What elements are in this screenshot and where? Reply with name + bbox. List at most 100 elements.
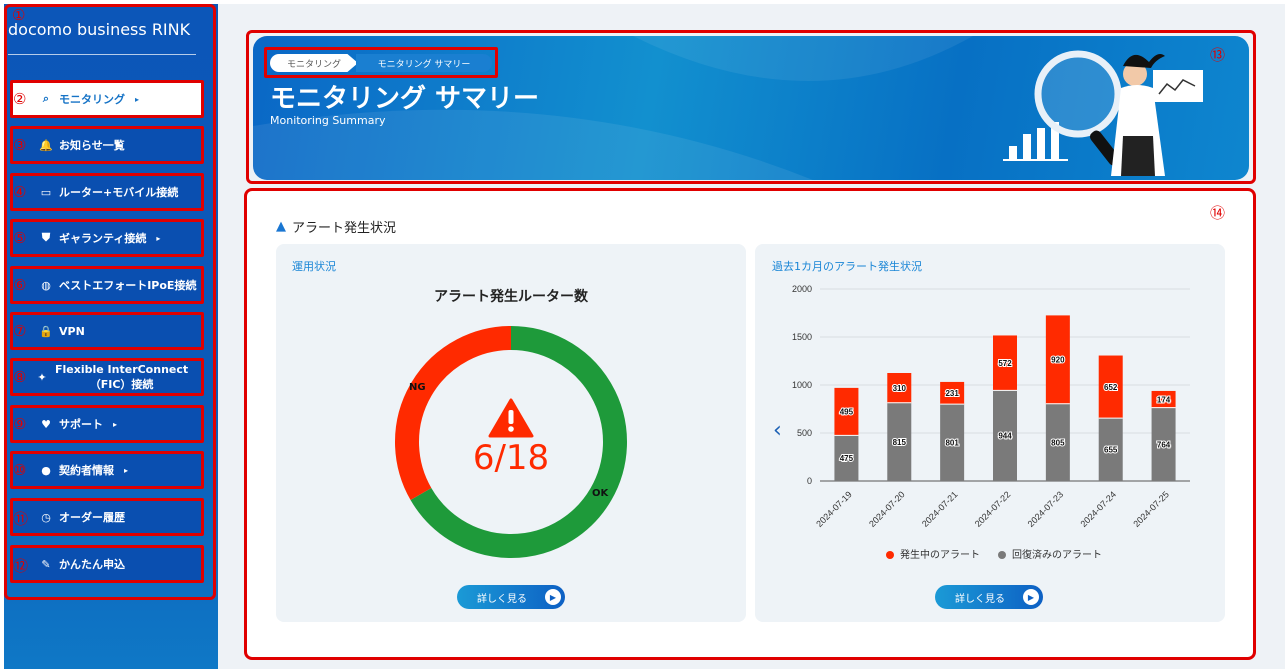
sidebar-item-label: 契約者情報	[59, 464, 114, 477]
sidebar-item-10[interactable]: ◷ オーダー履歴	[10, 498, 204, 536]
sidebar-item-label: かんたん申込	[59, 558, 125, 571]
data-label-recovered: 944	[998, 432, 1012, 441]
sidebar-item-label: オーダー履歴	[59, 511, 125, 524]
y-tick-label: 1000	[792, 380, 812, 390]
annotation-number: ⑭	[1210, 204, 1226, 222]
x-tick-label: 2024-07-25	[1131, 489, 1171, 529]
data-label-recovered: 805	[1051, 438, 1065, 447]
x-tick-label: 2024-07-20	[867, 489, 907, 529]
x-tick-label: 2024-07-22	[973, 489, 1013, 529]
logo[interactable]: docomo business RINK	[8, 20, 190, 39]
sidebar-item-6[interactable]: 🔒 VPN	[10, 312, 204, 350]
sidebar-item-label: ルーター+モバイル接続	[59, 186, 179, 199]
data-label-active: 231	[945, 389, 959, 398]
sidebar-item-label: モニタリング	[59, 93, 125, 106]
sidebar-item-label: VPN	[59, 324, 85, 338]
chevron-right-icon: ▸	[124, 465, 129, 475]
satellite-icon: ✦	[37, 370, 47, 384]
section-title: ▲ アラート発生状況	[276, 217, 396, 236]
y-tick-label: 1500	[792, 332, 812, 342]
annotation-number: ⑪	[13, 510, 29, 528]
annotation-number: ⑦	[13, 322, 27, 340]
chevron-right-icon: ▸	[156, 233, 161, 243]
x-tick-label: 2024-07-24	[1078, 489, 1118, 529]
annotation-number: ②	[13, 90, 27, 108]
sidebar-item-7[interactable]: ✦ Flexible InterConnect （FIC）接続	[10, 358, 204, 396]
data-label-recovered: 655	[1104, 446, 1118, 455]
globe-icon: ◍	[41, 278, 51, 292]
clock-icon: ◷	[41, 510, 51, 524]
x-tick-label: 2024-07-21	[920, 489, 960, 529]
annotation-number: ③	[13, 136, 27, 154]
sidebar-item-9[interactable]: ● 契約者情報 ▸	[10, 451, 204, 489]
annotation-number: ⑤	[13, 229, 27, 247]
legend-label: 回復済みのアラート	[1012, 550, 1102, 561]
legend-item-recovered: 回復済みのアラート	[998, 546, 1102, 561]
warning-icon	[471, 398, 551, 442]
shield-icon: ⛊	[41, 231, 51, 244]
legend-dot-red	[886, 551, 894, 559]
legend-dot-gray	[998, 551, 1006, 559]
data-label-active: 310	[893, 384, 907, 393]
edit-icon: ✎	[41, 557, 51, 571]
sidebar-item-label: ギャランティ接続	[59, 232, 147, 245]
lock-icon: 🔒	[39, 324, 53, 338]
y-tick-label: 2000	[792, 284, 812, 294]
status-card-label: 運用状況	[292, 260, 336, 273]
sidebar-item-label: サポート	[59, 418, 103, 431]
data-label-recovered: 801	[945, 439, 959, 448]
detail-button-history[interactable]: 詳しく見る ▶	[935, 585, 1043, 609]
button-label: 詳しく見る	[955, 593, 1005, 605]
history-card-label: 過去1カ月のアラート発生状況	[772, 260, 922, 273]
data-label-active: 652	[1104, 383, 1118, 392]
annotation-number: ⑫	[13, 557, 29, 575]
sidebar-item-label: お知らせ一覧	[59, 139, 125, 152]
data-label-active: 572	[998, 359, 1012, 368]
donut-title: アラート発生ルーター数	[434, 289, 588, 305]
section-title-text: アラート発生状況	[292, 221, 397, 236]
chevron-right-icon: ▸	[135, 94, 140, 104]
y-tick-label: 0	[807, 476, 812, 486]
sidebar-item-3[interactable]: ▭ ルーター+モバイル接続	[10, 173, 204, 211]
x-tick-label: 2024-07-19	[814, 489, 854, 529]
ok-label: OK	[592, 488, 609, 499]
data-label-recovered: 815	[893, 438, 907, 447]
page-title: モニタリング サマリー	[270, 84, 540, 114]
sidebar-item-5[interactable]: ◍ ベストエフォートIPoE接続	[10, 266, 204, 304]
cone-icon: ▲	[276, 219, 286, 234]
annotation-number: ⑩	[13, 461, 27, 479]
divider	[8, 54, 196, 55]
play-icon: ▶	[1023, 589, 1039, 605]
legend-item-active: 発生中のアラート	[886, 546, 980, 561]
alert-bar-chart: 0 500 1000 1500 2000 475 495 2024-07-19 815 310 20…	[792, 284, 1190, 529]
ng-label: NG	[409, 382, 426, 393]
breadcrumb-highlight	[264, 47, 498, 78]
app-root: ① docomo business RINK ⌕ モニタリング ▸ ② 🔔 お知らせ一覧 ③…	[0, 0, 1285, 669]
sidebar-item-2[interactable]: 🔔 お知らせ一覧	[10, 126, 204, 164]
monitor-search-icon: ⌕	[42, 92, 50, 105]
label-line: （FIC）接続	[89, 378, 154, 391]
sidebar-item-4[interactable]: ⛊ ギャランティ接続 ▸	[10, 219, 204, 257]
detail-button-status[interactable]: 詳しく見る ▶	[457, 585, 565, 609]
y-tick-label: 500	[797, 428, 812, 438]
sidebar-item-8[interactable]: ♥ サポート ▸	[10, 405, 204, 443]
sidebar-item-label: Flexible InterConnect （FIC）接続	[55, 362, 188, 392]
user-icon: ●	[41, 463, 51, 477]
data-label-recovered: 764	[1157, 440, 1171, 449]
data-label-recovered: 475	[840, 454, 854, 463]
data-label-active: 174	[1157, 395, 1171, 404]
router-icon: ▭	[40, 185, 52, 199]
chart-legend: 発生中のアラート 回復済みのアラート	[886, 546, 1102, 561]
bell-icon: 🔔	[39, 138, 53, 152]
x-tick-label: 2024-07-23	[1026, 489, 1066, 529]
button-label: 詳しく見る	[477, 593, 527, 605]
legend-label: 発生中のアラート	[900, 550, 980, 561]
sidebar-item-11[interactable]: ✎ かんたん申込	[10, 545, 204, 583]
sidebar-item-1[interactable]: ⌕ モニタリング ▸	[10, 80, 204, 118]
annotation-number: ⑬	[1210, 46, 1226, 64]
support-icon: ♥	[41, 417, 51, 431]
chevron-right-icon: ▸	[113, 419, 118, 429]
label-line: Flexible InterConnect	[55, 363, 189, 376]
chevron-left-icon[interactable]: ‹	[773, 418, 782, 443]
annotation-number: ⑨	[13, 415, 27, 433]
